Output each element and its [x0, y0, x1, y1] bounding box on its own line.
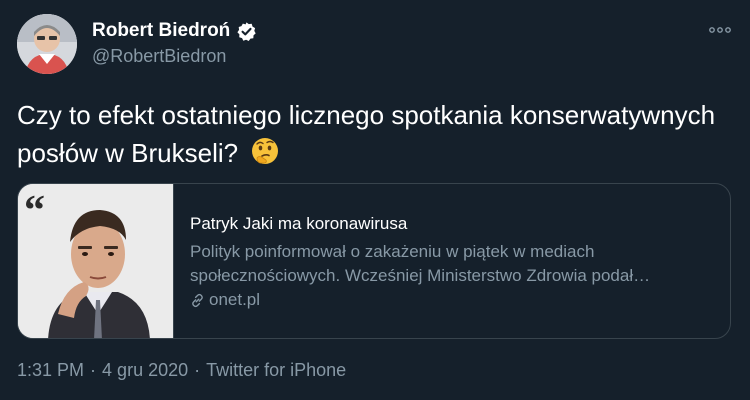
link-preview-card[interactable]: “ Patryk Jaki ma koronawirusa Polityk po…: [17, 183, 731, 339]
verified-badge-icon: [236, 21, 257, 42]
card-description: Polityk poinformował o zakażeniu w piąte…: [190, 240, 720, 288]
author-name-label: Robert Biedroń: [92, 20, 231, 41]
card-description-line: Polityk poinformował o zakażeniu w piąte…: [190, 242, 595, 261]
tweet-date: 4 gru 2020: [102, 360, 189, 380]
tweet-timestamp[interactable]: 1:31 PM · 4 gru 2020: [17, 360, 188, 380]
tweet-text: Czy to efekt ostatniego licznego spotkan…: [17, 96, 717, 172]
tweet-text-content: Czy to efekt ostatniego licznego spotkan…: [17, 100, 716, 168]
thinking-face-icon: [249, 136, 281, 168]
avatar[interactable]: [17, 14, 77, 74]
card-title[interactable]: Patryk Jaki ma koronawirusa: [190, 214, 407, 234]
meta-separator: ·: [194, 360, 201, 380]
more-options-icon[interactable]: [708, 22, 732, 38]
author-handle[interactable]: @RobertBiedron: [92, 46, 226, 67]
author-name[interactable]: Robert Biedroń: [92, 20, 257, 42]
svg-text:“: “: [24, 188, 45, 234]
tweet: Robert Biedroń @RobertBiedron Czy to efe…: [0, 0, 750, 400]
tweet-meta: 1:31 PM · 4 gru 2020 · Twitter for iPhone: [17, 360, 346, 381]
card-thumbnail-image: “: [18, 184, 174, 338]
tweet-source[interactable]: Twitter for iPhone: [206, 360, 346, 380]
card-description-line: społecznościowych. Wcześniej Ministerstw…: [190, 266, 651, 285]
card-domain[interactable]: onet.pl: [190, 290, 260, 310]
tweet-time: 1:31 PM: [17, 360, 85, 380]
meta-separator: ·: [90, 360, 97, 380]
link-icon: [190, 293, 205, 308]
card-domain-label: onet.pl: [209, 290, 261, 309]
